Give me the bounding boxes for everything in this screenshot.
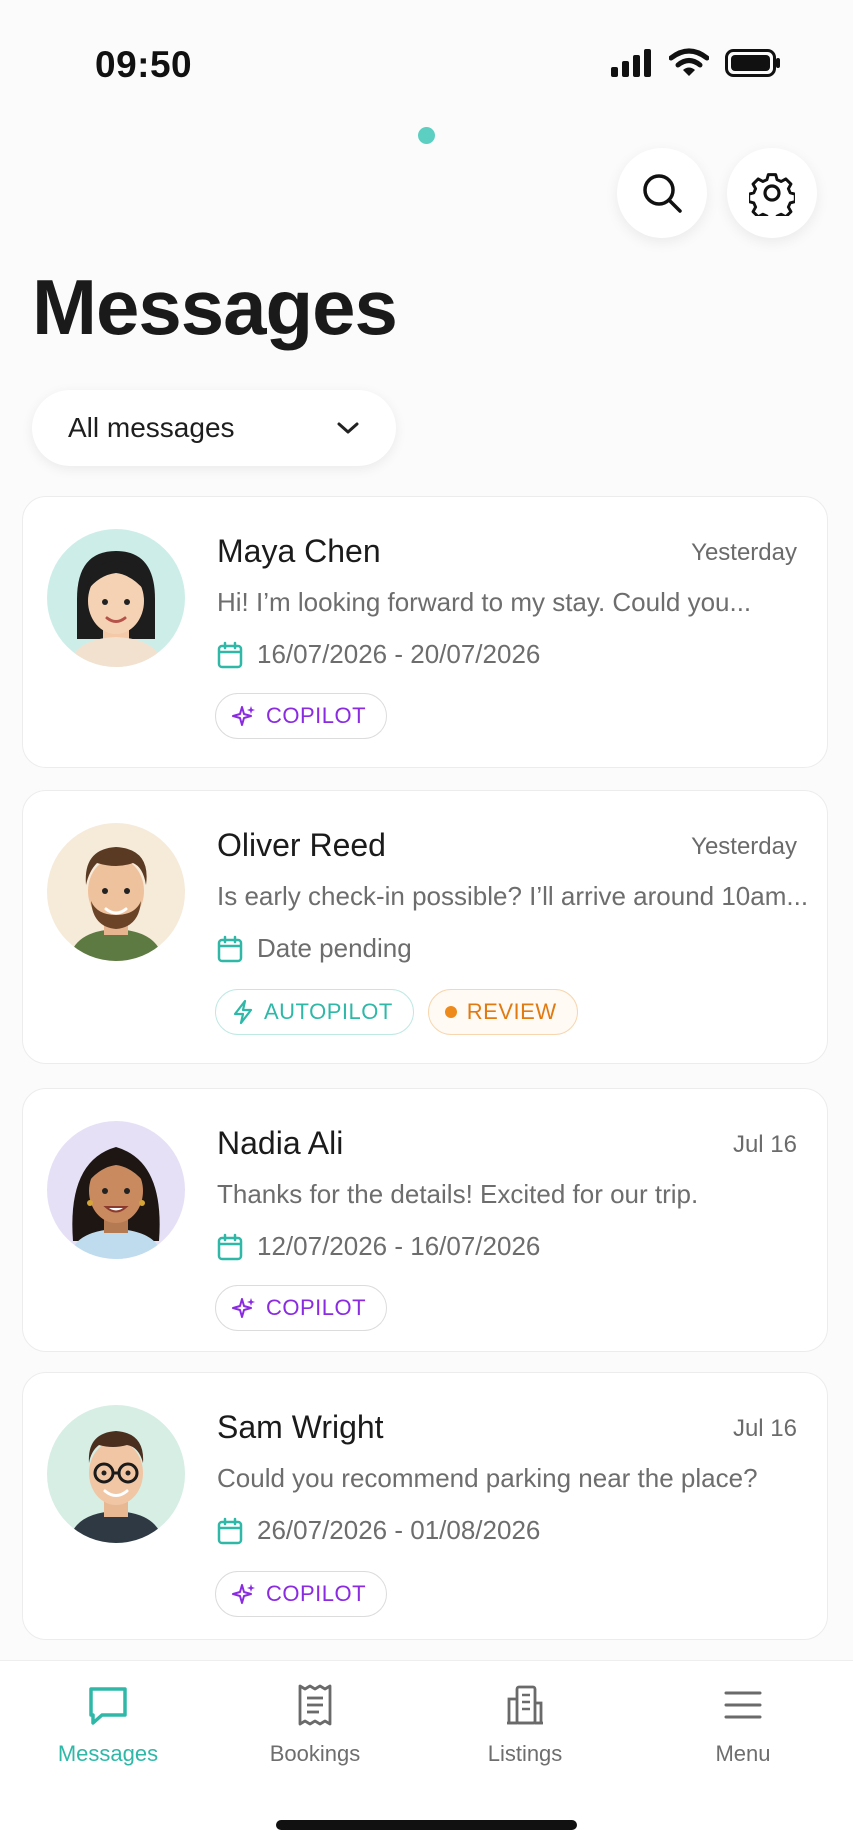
message-date: Jul 16 xyxy=(732,1131,797,1158)
guest-name: Maya Chen xyxy=(217,533,381,569)
status-icons xyxy=(611,48,781,78)
home-indicator xyxy=(276,1820,577,1830)
building-icon xyxy=(507,1685,543,1725)
message-date: Jul 16 xyxy=(732,1415,797,1442)
autopilot-label: AUTOPILOT xyxy=(264,999,393,1024)
message-preview: Hi! I’m looking forward to my stay. Coul… xyxy=(217,587,752,617)
status-bar: 09:50 xyxy=(0,0,853,120)
page-title: Messages xyxy=(32,263,398,351)
camera-dot xyxy=(418,127,435,144)
settings-button[interactable] xyxy=(727,148,817,238)
review-badge: REVIEW xyxy=(427,989,578,1035)
menu-icon xyxy=(724,1691,762,1719)
message-date: Yesterday xyxy=(691,539,797,566)
stay-dates: 26/07/2026 - 01/08/2026 xyxy=(217,1515,540,1546)
tab-messages[interactable]: Messages xyxy=(28,1683,188,1767)
avatar xyxy=(47,823,185,961)
message-date: Yesterday xyxy=(691,833,797,860)
avatar xyxy=(47,1121,185,1259)
copilot-label: COPILOT xyxy=(266,1295,367,1320)
stay-dates: 12/07/2026 - 16/07/2026 xyxy=(217,1231,540,1262)
message-card[interactable]: Sam Wright Jul 16 Could you recommend pa… xyxy=(22,1372,828,1640)
chip-row: COPILOT xyxy=(215,1285,388,1331)
message-preview: Is early check-in possible? I’ll arrive … xyxy=(217,881,809,911)
calendar-icon xyxy=(217,1233,243,1260)
message-card[interactable]: Nadia Ali Jul 16 Thanks for the details!… xyxy=(22,1088,828,1352)
avatar xyxy=(47,529,185,667)
receipt-icon xyxy=(298,1684,332,1726)
tab-label: Messages xyxy=(57,1741,159,1766)
sparkle-icon xyxy=(232,1584,255,1604)
signal-icon xyxy=(611,49,651,77)
tab-bookings[interactable]: Bookings xyxy=(235,1683,395,1767)
chip-row: COPILOT xyxy=(215,693,388,739)
tab-label: Bookings xyxy=(269,1741,361,1766)
copilot-badge: COPILOT xyxy=(215,1285,388,1331)
guest-name: Sam Wright xyxy=(217,1409,384,1445)
filter-label: All messages xyxy=(68,412,235,443)
tab-listings[interactable]: Listings xyxy=(445,1683,605,1767)
bottom-tab-bar: Messages Bookings Listings Menu xyxy=(0,1660,853,1844)
message-card[interactable]: Maya Chen Yesterday Hi! I’m looking forw… xyxy=(22,496,828,768)
message-icon xyxy=(89,1687,127,1725)
stay-dates: Date pending xyxy=(217,933,412,964)
message-preview: Could you recommend parking near the pla… xyxy=(217,1463,758,1493)
calendar-icon xyxy=(217,641,243,668)
review-dot-icon xyxy=(444,1006,457,1018)
tab-label: Listings xyxy=(487,1741,563,1766)
copilot-badge: COPILOT xyxy=(215,1571,388,1617)
search-button[interactable] xyxy=(617,148,707,238)
guest-name: Nadia Ali xyxy=(217,1125,344,1161)
calendar-icon xyxy=(217,1517,243,1544)
battery-icon xyxy=(725,49,780,77)
copilot-label: COPILOT xyxy=(266,703,367,728)
message-filter-dropdown[interactable]: All messages xyxy=(32,390,396,466)
tab-label: Menu xyxy=(715,1741,771,1766)
autopilot-badge: AUTOPILOT xyxy=(215,989,414,1035)
search-icon xyxy=(643,174,682,213)
copilot-badge: COPILOT xyxy=(215,693,388,739)
tab-menu[interactable]: Menu xyxy=(663,1683,823,1767)
stay-dates-label: 26/07/2026 - 01/08/2026 xyxy=(257,1515,541,1545)
avatar xyxy=(47,1405,185,1543)
sparkle-icon xyxy=(232,1298,255,1318)
status-time: 09:50 xyxy=(95,44,193,85)
calendar-icon xyxy=(217,935,243,962)
stay-dates-label: Date pending xyxy=(257,933,412,963)
gear-icon xyxy=(749,173,795,216)
review-label: REVIEW xyxy=(466,999,557,1024)
chip-row: AUTOPILOT REVIEW xyxy=(215,989,578,1035)
stay-dates-label: 12/07/2026 - 16/07/2026 xyxy=(257,1231,541,1261)
chip-row: COPILOT xyxy=(215,1571,388,1617)
stay-dates: 16/07/2026 - 20/07/2026 xyxy=(217,639,540,670)
copilot-label: COPILOT xyxy=(266,1581,367,1606)
message-card[interactable]: Oliver Reed Yesterday Is early check-in … xyxy=(22,790,828,1064)
lightning-icon xyxy=(233,999,253,1025)
chevron-down-icon xyxy=(337,422,359,434)
sparkle-icon xyxy=(232,706,255,726)
stay-dates-label: 16/07/2026 - 20/07/2026 xyxy=(257,639,541,669)
message-preview: Thanks for the details! Excited for our … xyxy=(217,1179,699,1209)
guest-name: Oliver Reed xyxy=(217,827,386,863)
wifi-icon xyxy=(669,48,709,76)
